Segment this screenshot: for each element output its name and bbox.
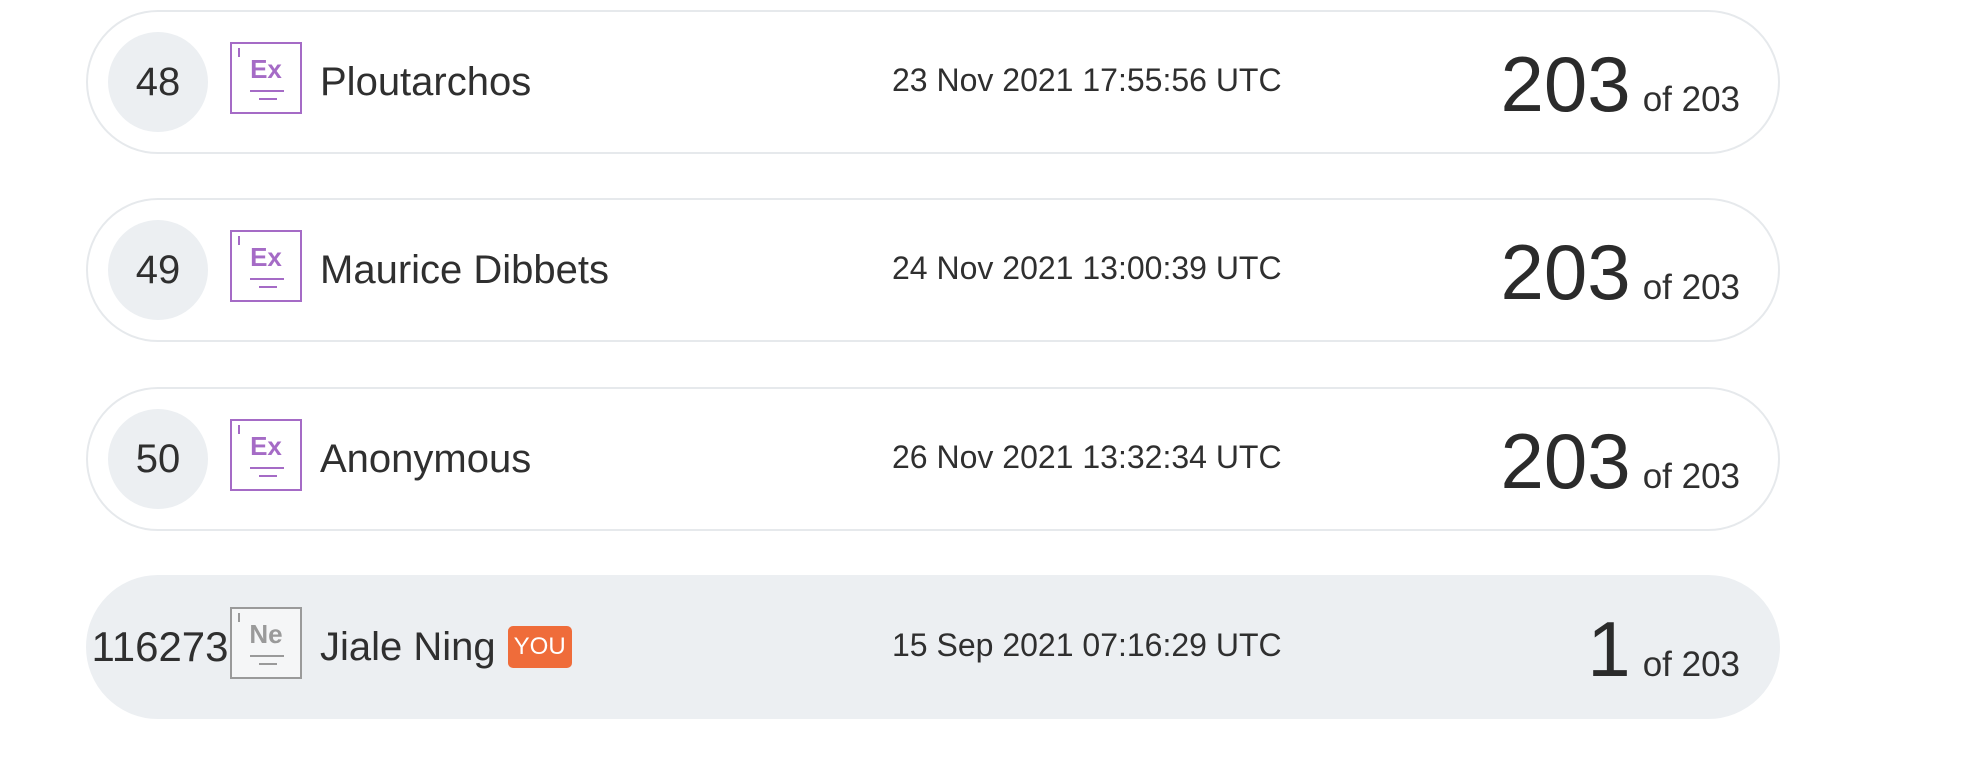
solved-timestamp: 26 Nov 2021 13:32:34 UTC — [892, 439, 1282, 475]
leaderboard-row-current-user[interactable]: 116273 Ne Jiale Ning YOU 15 Sep 2021 07:… — [86, 575, 1780, 719]
level-symbol: Ex — [250, 242, 282, 272]
leaderboard-row[interactable]: 48 Ex Ploutarchos 23 Nov 2021 17:55:56 U… — [86, 10, 1780, 154]
rank-number: 48 — [108, 32, 208, 132]
solved-timestamp: 23 Nov 2021 17:55:56 UTC — [892, 62, 1282, 98]
leaderboard-list: 48 Ex Ploutarchos 23 Nov 2021 17:55:56 U… — [0, 0, 1970, 764]
score-value: 203 — [1500, 417, 1631, 505]
score-display: 1 of 203 — [1587, 599, 1740, 699]
user-name-link[interactable]: Jiale Ning YOU — [320, 615, 572, 679]
level-symbol: Ex — [250, 54, 282, 84]
user-name-link[interactable]: Maurice Dibbets — [320, 238, 609, 302]
leaderboard-row[interactable]: 49 Ex Maurice Dibbets 24 Nov 2021 13:00:… — [86, 198, 1780, 342]
level-badge-icon: Ex — [230, 42, 302, 114]
score-display: 203 of 203 — [1501, 222, 1740, 322]
score-total: of 203 — [1642, 80, 1740, 119]
solved-timestamp: 15 Sep 2021 07:16:29 UTC — [892, 627, 1282, 663]
user-name[interactable]: Anonymous — [320, 437, 531, 482]
level-badge-icon: Ex — [230, 230, 302, 302]
user-name[interactable]: Ploutarchos — [320, 60, 531, 105]
rank-number: 50 — [108, 409, 208, 509]
score-total: of 203 — [1642, 645, 1740, 684]
you-badge: YOU — [507, 626, 572, 668]
level-badge-icon: Ne — [230, 607, 302, 679]
level-badge-icon: Ex — [230, 419, 302, 491]
score-total: of 203 — [1642, 457, 1740, 496]
score-value: 203 — [1500, 40, 1631, 128]
rank-number: 49 — [108, 220, 208, 320]
score-value: 1 — [1587, 605, 1631, 693]
user-name[interactable]: Jiale Ning — [320, 625, 496, 670]
score-value: 203 — [1500, 228, 1631, 316]
level-symbol: Ne — [249, 619, 283, 649]
user-name[interactable]: Maurice Dibbets — [320, 248, 609, 293]
solved-timestamp: 24 Nov 2021 13:00:39 UTC — [892, 250, 1282, 286]
score-display: 203 of 203 — [1501, 411, 1740, 511]
user-name-link[interactable]: Ploutarchos — [320, 50, 531, 114]
user-name-link[interactable]: Anonymous — [320, 427, 531, 491]
score-total: of 203 — [1642, 268, 1740, 307]
leaderboard-row[interactable]: 50 Ex Anonymous 26 Nov 2021 13:32:34 UTC… — [86, 387, 1780, 531]
rank-number: 116273 — [91, 623, 229, 670]
level-symbol: Ex — [250, 431, 282, 461]
score-display: 203 of 203 — [1501, 34, 1740, 134]
